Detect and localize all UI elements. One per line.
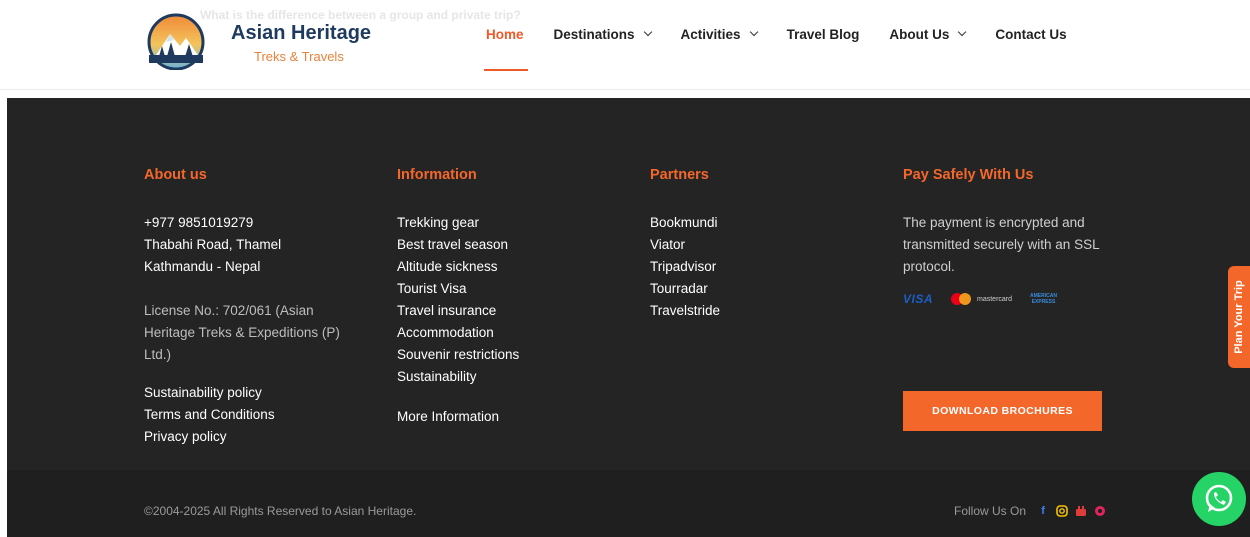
nav-destinations[interactable]: Destinations (553, 26, 652, 42)
sustainability-policy-link[interactable]: Sustainability policy (144, 382, 275, 404)
contact-info: +977 9851019279 Thabahi Road, Thamel Kat… (144, 212, 281, 278)
nav-label: Contact Us (995, 26, 1067, 42)
amex-icon: AMERICAN EXPRESS (1030, 293, 1057, 305)
policy-links: Sustainability policy Terms and Conditio… (144, 382, 275, 448)
whatsapp-icon (1205, 484, 1233, 512)
site-footer: About us +977 9851019279 Thabahi Road, T… (7, 98, 1250, 470)
info-link[interactable]: Travel insurance (397, 300, 519, 322)
partner-link[interactable]: Tourradar (650, 278, 720, 300)
address-line-2: Kathmandu - Nepal (144, 259, 261, 274)
partner-link[interactable]: Travelstride (650, 300, 720, 322)
facebook-icon[interactable]: f (1036, 504, 1050, 518)
partner-link[interactable]: Viator (650, 234, 720, 256)
chevron-down-icon (643, 27, 652, 37)
chevron-down-icon (958, 27, 967, 37)
pay-description: The payment is encrypted and transmitted… (903, 215, 1100, 274)
logo-subtitle: Treks & Travels (254, 49, 344, 64)
about-heading: About us (144, 167, 207, 183)
info-link[interactable]: Souvenir restrictions (397, 344, 519, 366)
mastercard-label: mastercard (977, 295, 1013, 303)
instagram-icon[interactable] (1055, 504, 1069, 518)
mountain-logo-icon (147, 13, 205, 70)
more-information-link[interactable]: More Information (397, 409, 499, 424)
main-nav: Home Destinations Activities Travel Blog… (484, 24, 1097, 71)
nav-label: About Us (889, 26, 950, 42)
address-line-1: Thabahi Road, Thamel (144, 237, 282, 252)
payment-cards: VISA mastercard AMERICAN EXPRESS (903, 292, 1109, 306)
terms-link[interactable]: Terms and Conditions (144, 404, 275, 426)
info-link[interactable]: Trekking gear (397, 212, 519, 234)
phone-number[interactable]: +977 9851019279 (144, 212, 281, 234)
social-follow: Follow Us On f (954, 504, 1112, 518)
nav-label: Activities (680, 26, 741, 42)
mastercard-icon: mastercard (951, 293, 1012, 305)
info-link[interactable]: Sustainability (397, 366, 519, 388)
youtube-icon[interactable] (1074, 504, 1088, 518)
site-logo[interactable]: Asian Heritage Treks & Travels (146, 12, 386, 72)
nav-label: Destinations (553, 26, 635, 42)
whatsapp-button[interactable] (1192, 472, 1246, 526)
logo-title: Asian Heritage (231, 22, 372, 44)
partners-links: Bookmundi Viator Tripadvisor Tourradar T… (650, 212, 720, 322)
jcb-icon (1075, 292, 1091, 306)
plan-your-trip-label: Plan Your Trip (1233, 280, 1245, 354)
partners-heading: Partners (650, 167, 709, 183)
nav-label: Travel Blog (786, 26, 860, 42)
download-brochures-button[interactable]: DOWNLOAD BROCHURES (903, 391, 1102, 431)
info-link[interactable]: Tourist Visa (397, 278, 519, 300)
partner-link[interactable]: Bookmundi (650, 212, 720, 234)
license-text: License No.: 702/061 (Asian Heritage Tre… (144, 303, 340, 362)
plan-your-trip-tab[interactable]: Plan Your Trip (1228, 266, 1250, 368)
nav-label: Home (486, 26, 524, 42)
privacy-policy-link[interactable]: Privacy policy (144, 426, 275, 448)
chevron-down-icon (749, 27, 758, 37)
information-heading: Information (397, 167, 477, 183)
pay-heading: Pay Safely With Us (903, 167, 1034, 183)
copyright-text: ©2004-2025 All Rights Reserved to Asian … (144, 504, 417, 518)
site-header: What is the difference between a group a… (0, 0, 1250, 90)
nav-home[interactable]: Home (484, 26, 528, 71)
amex-line-2: EXPRESS (1031, 299, 1056, 305)
footer-bottom-bar: ©2004-2025 All Rights Reserved to Asian … (7, 470, 1250, 537)
follow-label: Follow Us On (954, 504, 1027, 518)
nav-contact-us[interactable]: Contact Us (995, 27, 1066, 42)
pinterest-icon[interactable] (1093, 504, 1107, 518)
information-links: Trekking gear Best travel season Altitud… (397, 212, 519, 388)
partner-link[interactable]: Tripadvisor (650, 256, 720, 278)
nav-activities[interactable]: Activities (680, 26, 758, 42)
nav-about-us[interactable]: About Us (889, 26, 967, 42)
info-link[interactable]: Best travel season (397, 234, 519, 256)
nav-travel-blog[interactable]: Travel Blog (787, 27, 860, 42)
visa-icon: VISA (903, 292, 934, 306)
info-link[interactable]: Accommodation (397, 322, 519, 344)
info-link[interactable]: Altitude sickness (397, 256, 519, 278)
